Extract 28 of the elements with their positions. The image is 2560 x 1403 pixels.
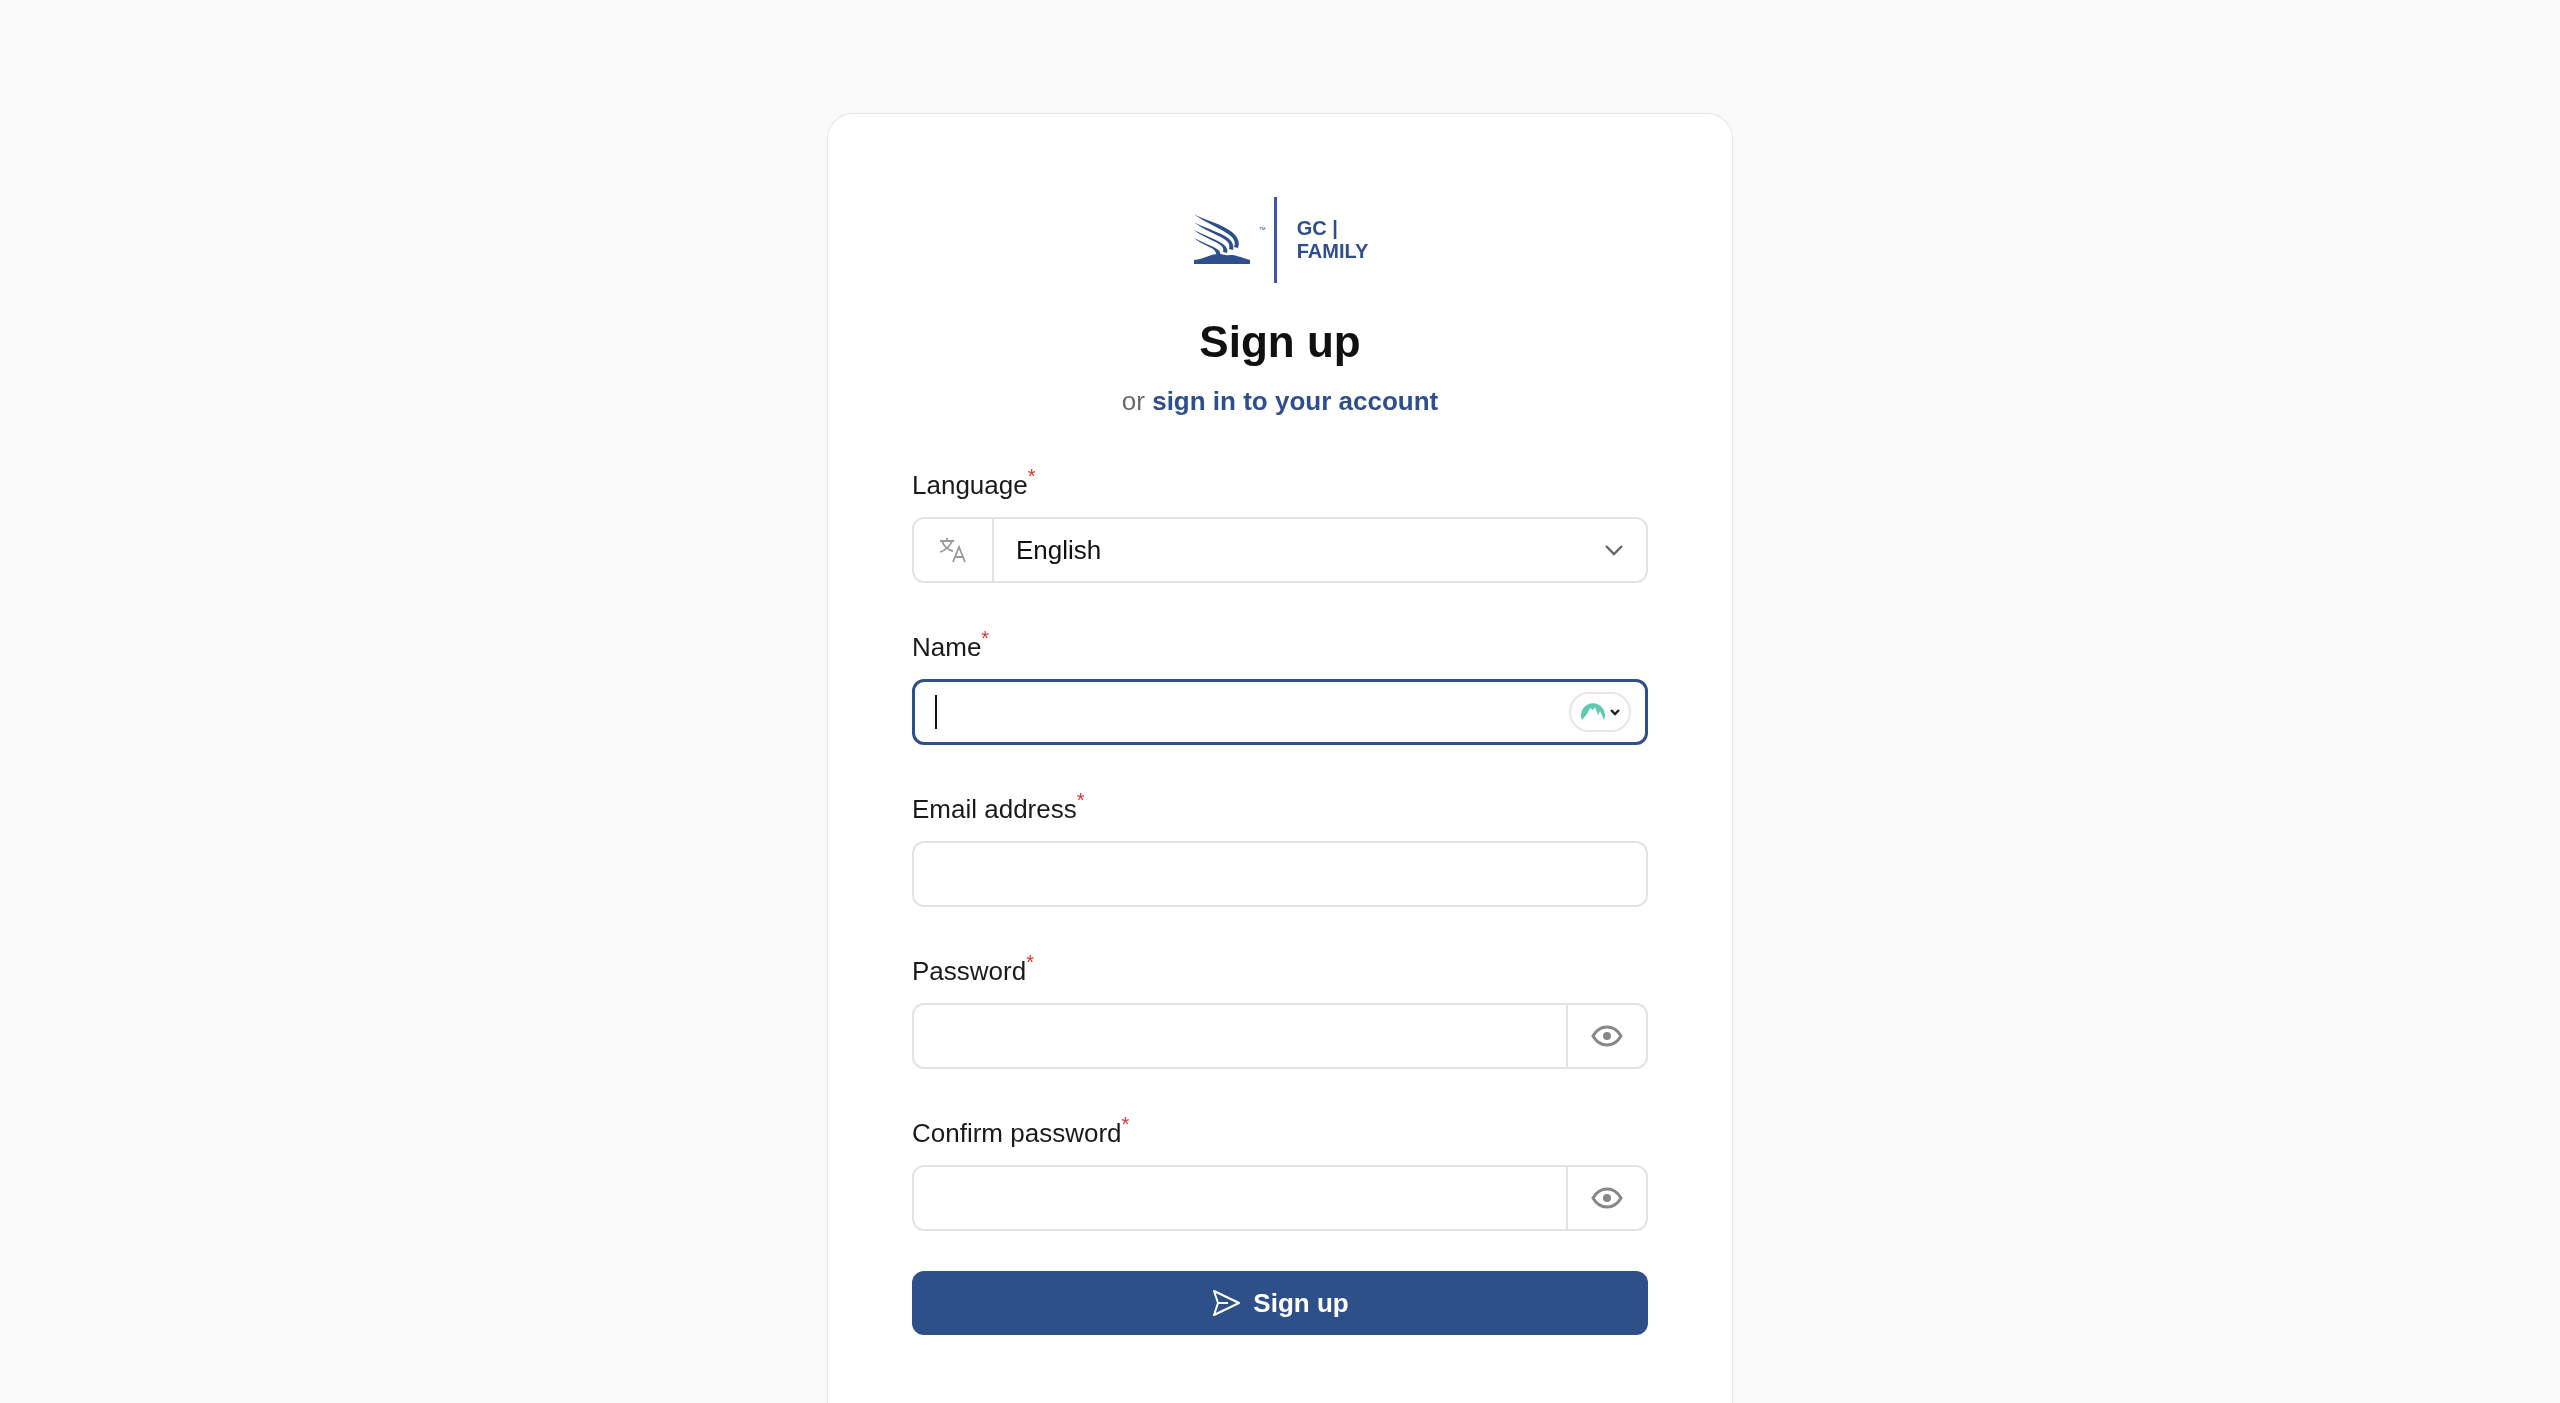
logo-text: GC |: [1296, 217, 1339, 240]
field-label: Language: [912, 469, 1028, 502]
field-label: Name: [912, 631, 982, 664]
language-select[interactable]: English: [912, 517, 1648, 583]
sign-in-link[interactable]: sign in to your account: [1152, 386, 1439, 416]
chevron-down-icon: [1604, 544, 1624, 556]
eye-icon: [1591, 1187, 1623, 1209]
required-asterisk: *: [981, 629, 990, 647]
password-field[interactable]: [912, 1165, 1648, 1231]
logo-text: FAMILY: [1296, 240, 1369, 263]
field-label: Email address: [912, 793, 1077, 826]
password-manager-button[interactable]: [1569, 692, 1631, 732]
field-label: Confirm password: [912, 1117, 1122, 1150]
required-asterisk: *: [1076, 791, 1085, 809]
eye-icon: [1591, 1025, 1623, 1047]
chevron-down-icon: [1609, 708, 1621, 716]
page-title: Sign up: [1198, 316, 1362, 368]
subtitle-text: or: [1121, 386, 1145, 416]
required-asterisk: *: [1121, 1115, 1130, 1133]
required-asterisk: *: [1026, 953, 1034, 971]
field-label: Password: [912, 955, 1027, 988]
input-field[interactable]: [912, 679, 1648, 745]
sign-up-button[interactable]: Sign up: [912, 1271, 1648, 1335]
wing-logo-icon: [1191, 212, 1252, 264]
password-field[interactable]: [912, 1003, 1648, 1069]
send-icon: [1211, 1289, 1242, 1317]
translate-icon: [938, 536, 968, 564]
required-asterisk: *: [1027, 467, 1036, 485]
